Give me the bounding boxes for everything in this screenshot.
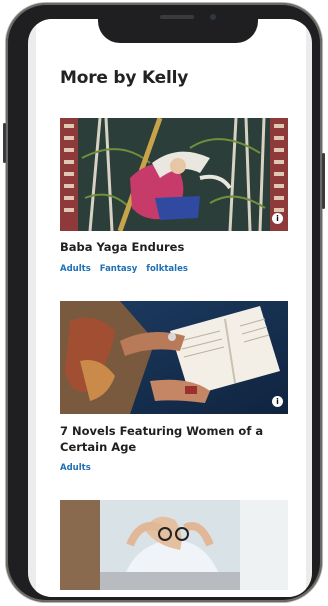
phone-notch [98,6,258,43]
power-button [322,153,325,209]
card-image-glasses[interactable] [60,500,288,590]
info-icon[interactable]: i [272,396,283,407]
book-photo [60,301,288,414]
speaker-grille [160,15,194,19]
card-image-novels[interactable]: i [60,301,288,414]
volume-button [3,123,6,163]
card-title[interactable]: Baba Yaga Endures [60,239,290,255]
tag-link[interactable]: Adults [60,463,91,473]
card-image-baba-yaga[interactable]: i [60,118,288,231]
tag-link[interactable]: Fantasy [100,264,138,274]
card-title[interactable]: 7 Novels Featuring Women of a Certain Ag… [60,423,290,455]
tag-link[interactable]: folktales [146,264,188,274]
info-icon[interactable]: i [272,213,283,224]
front-camera [210,14,216,20]
folk-art-illustration [60,118,288,231]
tag-link[interactable]: Adults [60,264,91,274]
tag-list: Adults Fantasy folktales [60,264,188,274]
person-laptop-photo [60,500,288,590]
page-title: More by Kelly [60,68,189,88]
tag-list: Adults [60,463,91,473]
